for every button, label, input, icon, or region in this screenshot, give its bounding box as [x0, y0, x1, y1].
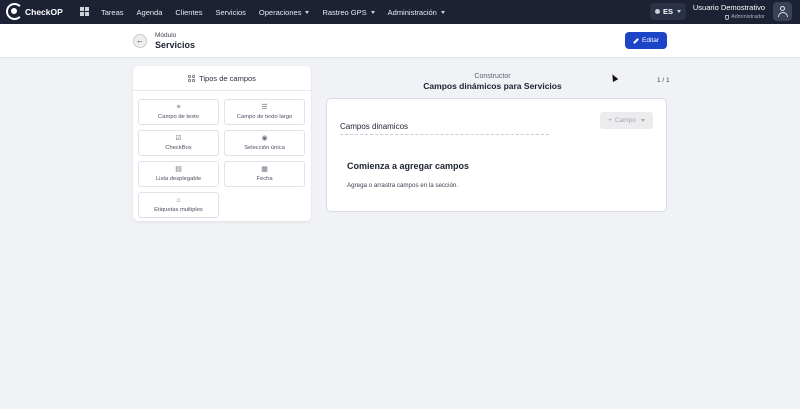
checkbox-icon: ☑	[175, 135, 182, 142]
section-title-underline	[340, 134, 549, 135]
field-type-long-text[interactable]: ☰ Campo de texto largo	[224, 99, 305, 125]
field-type-label: Lista desplegable	[155, 176, 202, 182]
edit-button-label: Editar	[642, 37, 659, 44]
user-icon	[780, 6, 785, 11]
nav-item-label: Servicios	[215, 7, 246, 17]
pencil-icon	[633, 37, 639, 44]
field-type-label: Fecha	[256, 176, 273, 182]
edit-button[interactable]: Editar	[625, 32, 667, 49]
nav-item-label: Operaciones	[258, 7, 302, 17]
tags-icon: ⌂	[176, 197, 181, 204]
field-types-header: Tipos de campos	[133, 66, 311, 91]
calendar-icon: ▦	[261, 166, 268, 173]
nav-item-tareas[interactable]: Tareas	[101, 8, 124, 17]
field-types-list: ≡ Campo de texto ☰ Campo de texto largo …	[138, 99, 306, 218]
avatar[interactable]	[773, 2, 792, 21]
nav-item-label: Administración	[387, 7, 437, 17]
breadcrumb: Módulo	[155, 32, 177, 39]
chevron-down-icon	[440, 10, 445, 14]
field-types-title: Tipos de campos	[199, 73, 256, 83]
nav-menu: Tareas Agenda Clientes Servicios Operaci…	[101, 0, 458, 24]
chevron-down-icon	[640, 119, 645, 122]
user-name: Usuario Demostrativo	[692, 3, 765, 12]
shield-icon	[725, 14, 730, 20]
field-types-panel: Tipos de campos ≡ Campo de texto ☰ Campo…	[133, 66, 311, 221]
nav-item-clientes[interactable]: Clientes	[175, 8, 202, 17]
field-type-checkbox[interactable]: ☑ CheckBox	[138, 130, 219, 156]
field-type-label: Campo de texto	[158, 114, 199, 120]
empty-state-description: Agrega o arrastra campos en la sección.	[347, 182, 459, 189]
nav-item-label: Clientes	[175, 7, 203, 17]
nav-item-agenda[interactable]: Agenda	[137, 8, 163, 17]
section-title[interactable]: Campos dinamicos	[340, 122, 408, 131]
nav-item-operaciones[interactable]: Operaciones	[259, 8, 310, 17]
nav-item-rastreo-gps[interactable]: Rastreo GPS	[322, 7, 375, 17]
field-type-date[interactable]: ▦ Fecha	[224, 161, 305, 187]
apps-grid-icon[interactable]	[80, 7, 89, 16]
user-icon-body	[777, 12, 788, 17]
grid-icon	[188, 74, 196, 82]
field-type-tags[interactable]: ⌂ Etiquetas multiples	[138, 192, 219, 218]
dropdown-list-icon: ▤	[175, 166, 182, 173]
logo[interactable]: CheckOP	[6, 3, 63, 20]
nav-item-label: Agenda	[136, 7, 163, 17]
nav-item-label: Tareas	[101, 7, 124, 17]
page-count: 1 / 1	[657, 77, 670, 84]
dynamic-fields-section: Campos dinamicos + Campo Comienza a agre…	[326, 98, 667, 212]
plus-icon: +	[608, 117, 612, 124]
empty-state-title: Comienza a agregar campos	[347, 161, 470, 171]
top-nav: CheckOP Tareas Agenda Clientes Servicios…	[0, 0, 800, 24]
chevron-down-icon	[305, 10, 310, 14]
field-type-label: Etiquetas multiples	[154, 207, 203, 213]
page-title: Servicios	[155, 40, 196, 50]
field-type-dropdown[interactable]: ▤ Lista desplegable	[138, 161, 219, 187]
nav-item-servicios[interactable]: Servicios	[215, 8, 245, 17]
checkop-logo-icon	[6, 3, 23, 20]
page-header: ← Módulo Servicios Editar	[0, 24, 800, 58]
back-button[interactable]: ←	[133, 34, 147, 48]
chevron-down-icon	[677, 10, 681, 13]
brand-name: CheckOP	[25, 6, 63, 17]
nav-item-administracion[interactable]: Administración	[388, 8, 445, 17]
field-type-text[interactable]: ≡ Campo de texto	[138, 99, 219, 125]
language-label: ES	[662, 7, 673, 16]
field-type-label: Selección única	[244, 145, 285, 151]
constructor-label: Constructor	[474, 73, 511, 80]
long-text-icon: ☰	[261, 104, 268, 111]
text-lines-icon: ≡	[176, 104, 181, 111]
nav-item-label: Rastreo GPS	[322, 7, 367, 17]
field-type-label: CheckBox	[165, 145, 192, 151]
add-field-label: Campo	[614, 117, 636, 124]
user-role-label: Administrador	[731, 14, 765, 20]
field-type-label: Campo de texto largo	[236, 114, 293, 120]
user-info[interactable]: Usuario Demostrativo Administrador	[693, 3, 765, 20]
language-selector[interactable]: ES	[650, 3, 686, 20]
user-role: Administrador	[693, 14, 765, 20]
radio-icon: ◉	[261, 135, 268, 142]
add-field-button[interactable]: + Campo	[600, 112, 653, 129]
chevron-down-icon	[370, 10, 375, 14]
globe-icon	[654, 9, 660, 14]
constructor-title: Campos dinámicos para Servicios	[423, 81, 562, 91]
field-type-single-select[interactable]: ◉ Selección única	[224, 130, 305, 156]
